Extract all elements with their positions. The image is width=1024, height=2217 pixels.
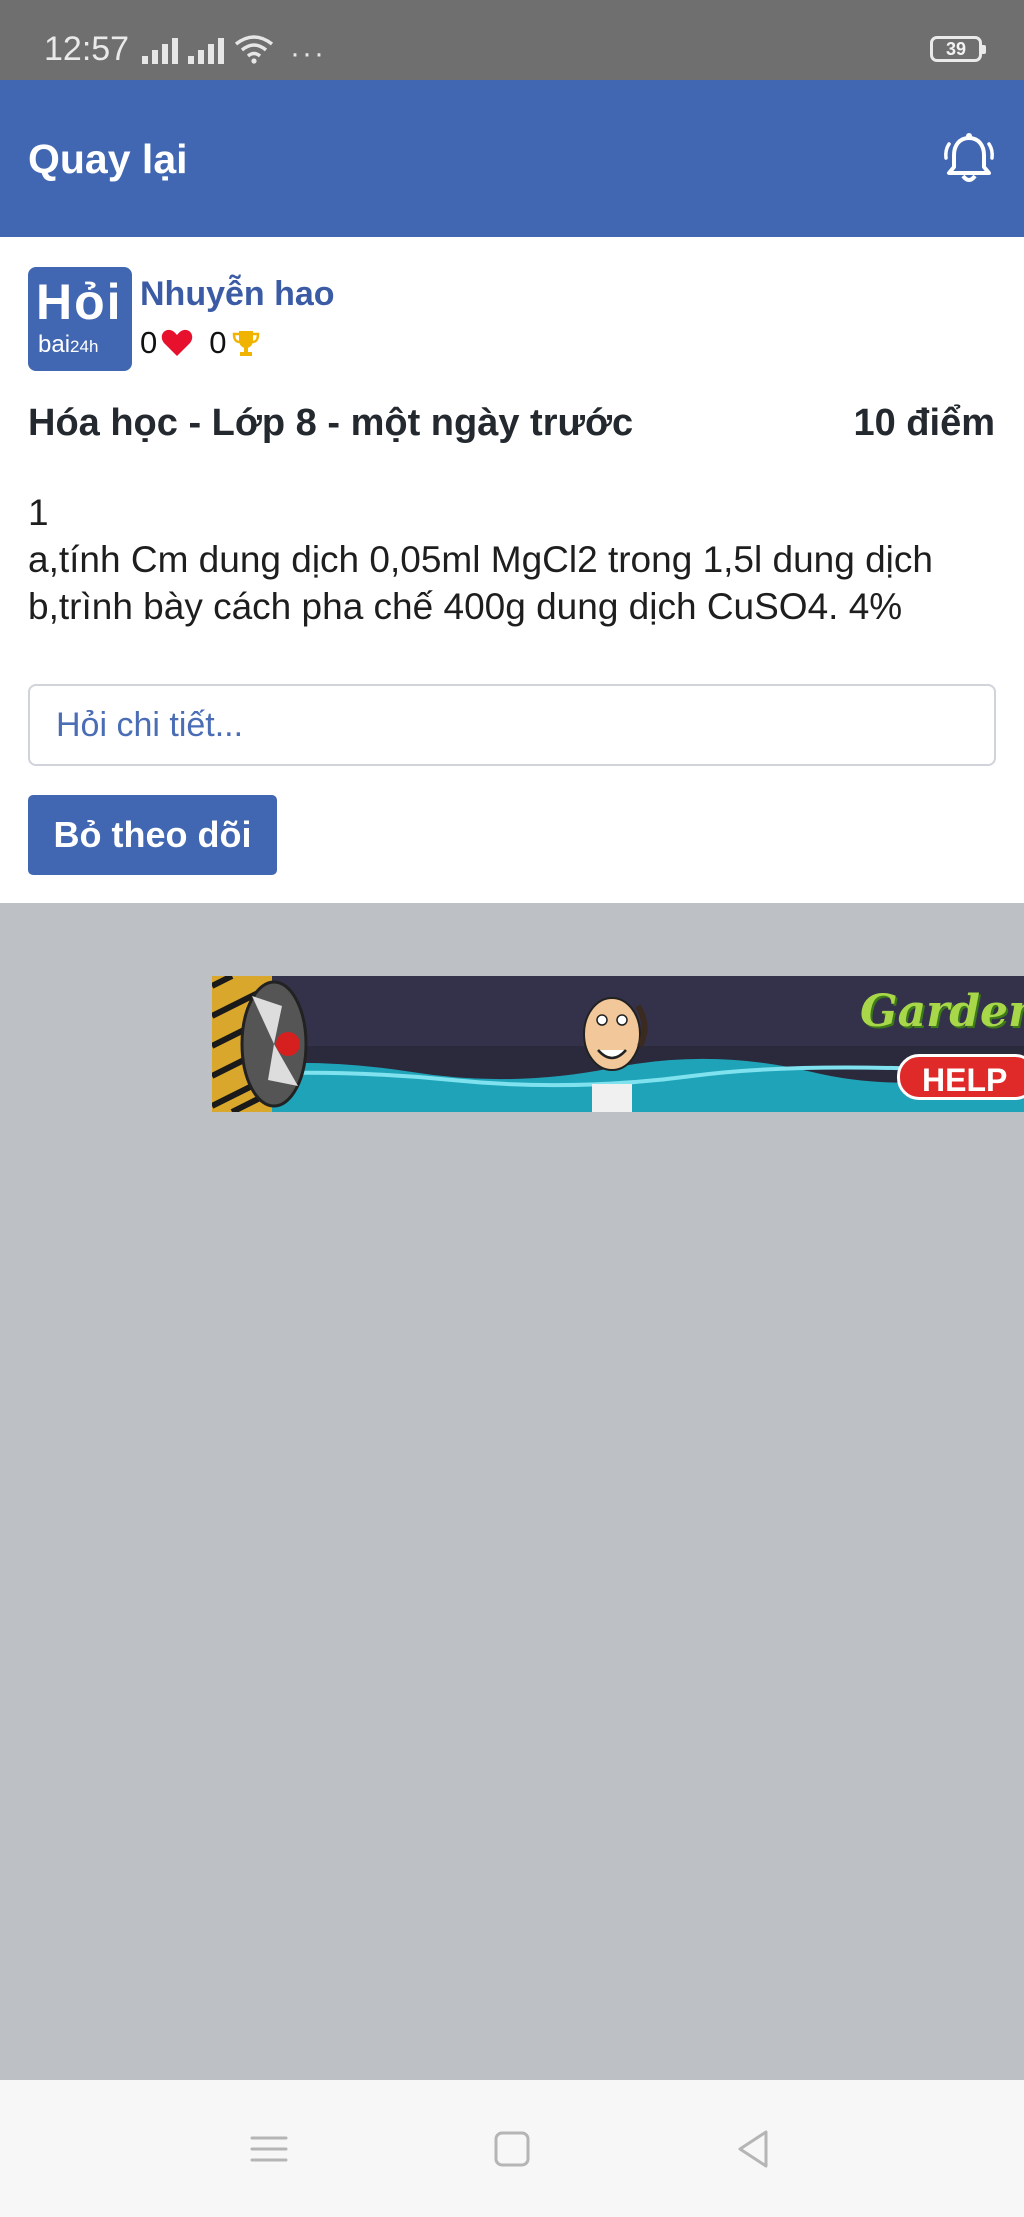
ad-brand-text: Gardensca [860, 986, 1024, 1037]
status-icons: ··· [142, 34, 326, 70]
question-card: Hỏi bai24h Nhuyễn hao 0 0 Hóa học - Lớp … [0, 237, 1024, 903]
signal-icon-2 [188, 38, 224, 64]
back-button[interactable]: Quay lại [28, 136, 188, 183]
wifi-icon [234, 35, 274, 64]
question-meta: Hóa học - Lớp 8 - một ngày trước [28, 402, 634, 444]
signal-icon [142, 38, 178, 64]
home-icon[interactable] [487, 2124, 537, 2174]
trophies-count: 0 [209, 325, 227, 360]
trophy-icon [232, 331, 259, 356]
question-line: b,trình bày cách pha chế 400g dung dịch … [28, 586, 903, 627]
points-badge: 10 điểm [853, 402, 995, 444]
user-stats: 0 0 [140, 325, 261, 361]
app-logo: Hỏi bai24h [28, 267, 132, 371]
unfollow-button[interactable]: Bỏ theo dõi [28, 795, 277, 875]
bell-icon[interactable] [940, 130, 998, 188]
ad-banner[interactable]: Gardensca HELP [212, 976, 1024, 1112]
more-icon: ··· [290, 37, 326, 70]
question-line: a,tính Cm dung dịch 0,05ml MgCl2 trong 1… [28, 539, 933, 580]
heart-icon [162, 329, 193, 356]
question-line: 1 [28, 492, 49, 533]
app-bar: Quay lại [0, 80, 1024, 237]
ask-detail-input[interactable] [28, 684, 996, 766]
menu-icon[interactable] [244, 2124, 294, 2174]
status-bar: 12:57 ··· 39 [0, 0, 1024, 80]
likes-count: 0 [140, 325, 158, 360]
question-body: 1 a,tính Cm dung dịch 0,05ml MgCl2 trong… [28, 489, 933, 630]
ad-help-button[interactable]: HELP [897, 1054, 1024, 1100]
battery-icon: 39 [930, 36, 986, 62]
battery-level: 39 [945, 39, 967, 59]
logo-text-top: Hỏi [36, 274, 123, 330]
status-time: 12:57 [44, 30, 130, 68]
username-link[interactable]: Nhuyễn hao [140, 275, 335, 314]
logo-text-bottom: bai24h [38, 331, 99, 358]
system-nav-bar [0, 2080, 1024, 2217]
back-triangle-icon[interactable] [728, 2124, 778, 2174]
